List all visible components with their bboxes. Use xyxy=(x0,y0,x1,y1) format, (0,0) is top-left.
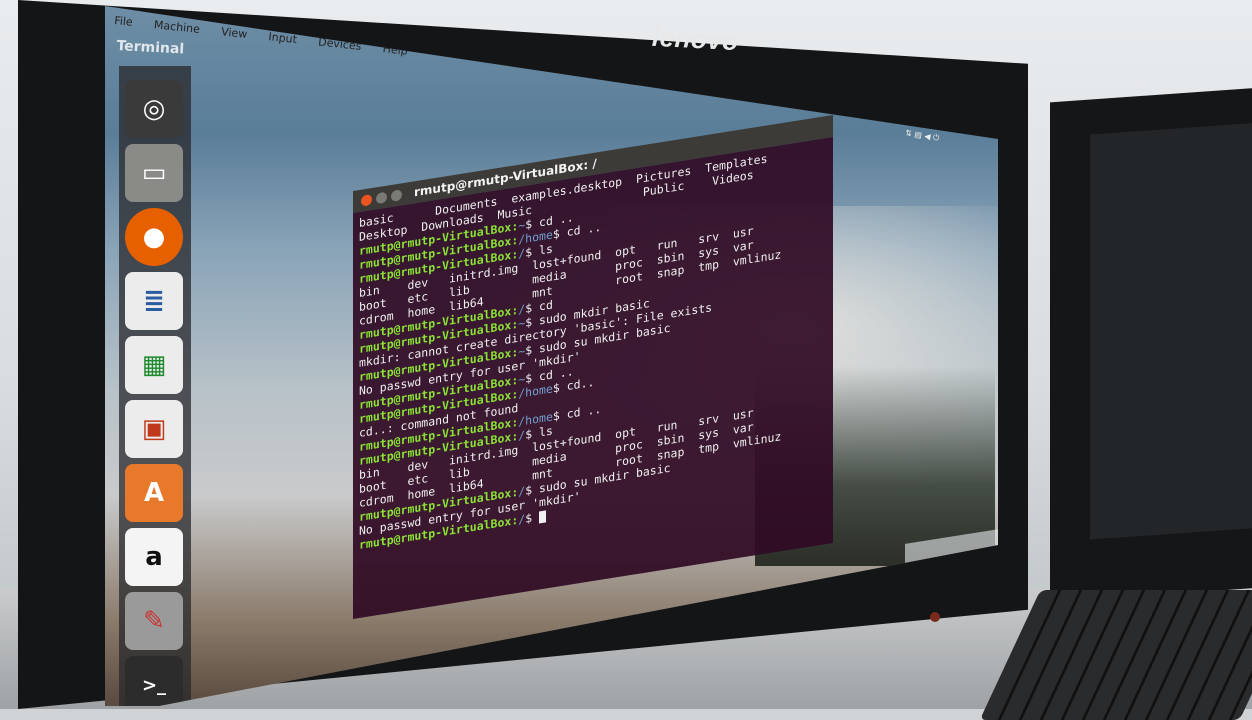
ubuntu-launcher: ◎ ▭ ● ≣ ▦ ▣ A a ✎ >_ xyxy=(119,66,191,706)
software-center-icon[interactable]: A xyxy=(125,464,183,522)
writer-icon[interactable]: ≣ xyxy=(125,272,183,330)
text-cursor xyxy=(539,509,547,524)
top-panel-indicators: ⇅ ▤ ◀ ⏻ xyxy=(904,128,940,143)
settings-icon[interactable]: ✎ xyxy=(125,592,183,650)
terminal-output[interactable]: basic Documents examples.desktop Picture… xyxy=(353,136,833,619)
monitor-brand-logo: lenovo xyxy=(651,21,740,57)
active-app-label: Terminal xyxy=(116,38,185,58)
impress-icon[interactable]: ▣ xyxy=(125,400,183,458)
files-icon[interactable]: ▭ xyxy=(125,144,183,202)
second-monitor xyxy=(1050,87,1252,603)
ubuntu-dash-icon[interactable]: ◎ xyxy=(125,80,183,138)
firefox-icon[interactable]: ● xyxy=(125,208,183,266)
maximize-icon[interactable] xyxy=(391,188,402,202)
menu-view[interactable]: View xyxy=(221,25,248,41)
power-button[interactable] xyxy=(930,612,940,622)
menu-file[interactable]: File xyxy=(114,14,134,29)
minimize-icon[interactable] xyxy=(376,191,387,204)
amazon-icon[interactable]: a xyxy=(125,528,183,586)
calc-icon[interactable]: ▦ xyxy=(125,336,183,394)
terminal-window[interactable]: rmutp@rmutp-VirtualBox: / basic Document… xyxy=(353,114,833,631)
terminal-icon[interactable]: >_ xyxy=(125,656,183,706)
close-icon[interactable] xyxy=(361,193,372,207)
menu-machine[interactable]: Machine xyxy=(153,18,200,36)
